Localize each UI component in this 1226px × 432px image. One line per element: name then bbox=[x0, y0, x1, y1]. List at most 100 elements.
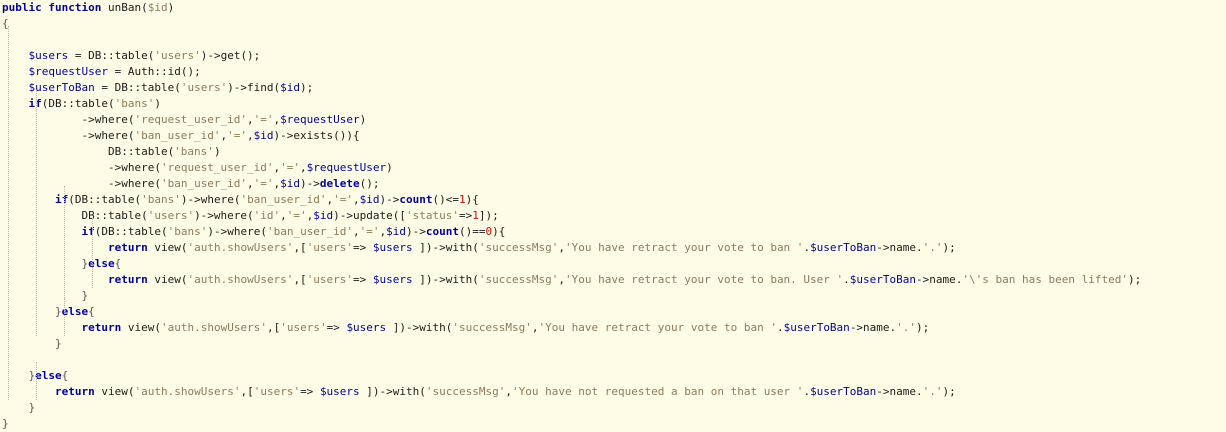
code-token-pl: , bbox=[353, 193, 360, 206]
code-token-pl: => bbox=[326, 321, 347, 334]
code-token-pl: )->find( bbox=[227, 81, 281, 94]
code-token-pl: (DB::table( bbox=[94, 225, 168, 238]
code-token-pl: ])->with( bbox=[412, 273, 479, 286]
code-token-str: 'request_user_id' bbox=[160, 161, 274, 174]
code-line: } bbox=[2, 336, 1141, 352]
code-token-str: '=' bbox=[359, 225, 380, 238]
code-token-pl: ->name. bbox=[916, 273, 963, 286]
code-token-str: '=' bbox=[227, 129, 248, 142]
code-token-pl: ){ bbox=[492, 225, 506, 238]
code-line: $userToBan = DB::table('users')->find($i… bbox=[2, 80, 1141, 96]
code-token-brace: { bbox=[61, 369, 69, 382]
code-token-pl: ])->with( bbox=[386, 321, 453, 334]
code-token-str: 'You have retract your vote to ban. User… bbox=[565, 273, 844, 286]
code-token-pl: ); bbox=[916, 321, 930, 334]
code-token-kw: return bbox=[81, 321, 122, 334]
code-token-pl: , bbox=[247, 113, 254, 126]
code-token-pl: unBan( bbox=[101, 1, 148, 14]
code-token-kw: if bbox=[81, 225, 95, 238]
code-token-str: 'successMsg' bbox=[452, 321, 532, 334]
code-line: return view('auth.showUsers',['users'=> … bbox=[2, 240, 1141, 256]
code-token-var: $users bbox=[28, 49, 69, 62]
code-line: return view('auth.showUsers',['users'=> … bbox=[2, 272, 1141, 288]
code-token-pl: )-> bbox=[406, 225, 426, 238]
code-token-pl: ->name. bbox=[876, 241, 923, 254]
code-token-pl: , bbox=[247, 129, 254, 142]
code-token-pl: )->where( bbox=[194, 209, 254, 222]
code-token-num: 1 bbox=[459, 193, 466, 206]
code-token-pl: => bbox=[300, 385, 320, 398]
code-token-str: 'ban_user_id' bbox=[160, 177, 248, 190]
code-line: $requestUser = Auth::id(); bbox=[2, 64, 1141, 80]
code-token-var: $users bbox=[319, 385, 360, 398]
code-token-pl: ,[ bbox=[293, 273, 307, 286]
code-editor[interactable]: public function unBan($id){ $users = DB:… bbox=[0, 0, 1226, 430]
code-token-str: 'status' bbox=[406, 209, 460, 222]
code-token-str: '=' bbox=[333, 193, 354, 206]
code-token-var: $users bbox=[372, 273, 413, 286]
code-token-pl: ) bbox=[167, 1, 175, 14]
code-token-pl: ,[ bbox=[266, 321, 281, 334]
code-line: } bbox=[2, 288, 1141, 304]
code-token-str: 'bans' bbox=[167, 225, 208, 238]
code-token-str: 'users' bbox=[253, 385, 301, 398]
code-token-pl: ->where( bbox=[2, 177, 161, 190]
code-token-pl: ->name. bbox=[849, 321, 897, 334]
code-token-str: '=' bbox=[286, 209, 307, 222]
code-token-pl: DB::table( bbox=[2, 145, 175, 158]
code-token-str: '=' bbox=[253, 113, 274, 126]
code-token-str: '.' bbox=[922, 385, 943, 398]
code-token-str: 'auth.showUsers' bbox=[134, 385, 241, 398]
code-token-str: '.' bbox=[896, 321, 917, 334]
code-token-str: '\'s ban has been lifted' bbox=[962, 273, 1128, 286]
code-token-kw: public function bbox=[2, 1, 102, 14]
code-token-kw: return bbox=[107, 241, 148, 254]
code-line: if(DB::table('bans')->where('ban_user_id… bbox=[2, 224, 1141, 240]
code-token-var: $id bbox=[386, 225, 407, 238]
code-token-brace: } bbox=[2, 417, 9, 430]
code-token-pl: view( bbox=[147, 241, 188, 254]
code-token-str: 'request_user_id' bbox=[134, 113, 248, 126]
code-token-var: $users bbox=[346, 321, 387, 334]
code-token-pl: , bbox=[280, 209, 287, 222]
code-token-kw: return bbox=[107, 273, 148, 286]
code-token-pl: ){ bbox=[465, 193, 479, 206]
code-token-pl: ]); bbox=[478, 209, 499, 222]
code-token-str: 'successMsg' bbox=[425, 385, 506, 398]
code-token-str: '=' bbox=[280, 161, 301, 174]
code-token-kw: else bbox=[61, 305, 89, 318]
code-token-pl: ) bbox=[359, 113, 367, 126]
code-token-str: 'You have not requested a ban on that us… bbox=[512, 385, 804, 398]
code-token-brace: } bbox=[2, 289, 89, 302]
code-token-pl: , bbox=[300, 161, 307, 174]
code-token-pl: . bbox=[843, 273, 850, 286]
code-token-pl: , bbox=[531, 321, 539, 334]
code-token-pl: )->get(); bbox=[200, 49, 261, 62]
code-token-brace: { bbox=[88, 305, 95, 318]
code-token-var: $userToBan bbox=[810, 241, 877, 254]
code-token-var: $requestUser bbox=[28, 65, 108, 78]
code-token-pl: , bbox=[353, 225, 360, 238]
code-token-str: 'bans' bbox=[141, 193, 181, 206]
code-line: DB::table('bans') bbox=[2, 144, 1141, 160]
code-token-pl: ->where( bbox=[2, 129, 135, 142]
code-token-kw: else bbox=[88, 257, 115, 270]
code-token-pl: ()== bbox=[459, 225, 486, 238]
code-token-pl: ])->with( bbox=[412, 241, 479, 254]
code-token-str: 'bans' bbox=[174, 145, 214, 158]
code-token-var: $requestUser bbox=[306, 161, 387, 174]
code-line: ->where('request_user_id','=',$requestUs… bbox=[2, 112, 1141, 128]
code-token-pl: ()<= bbox=[432, 193, 460, 206]
code-token-var: $id bbox=[280, 81, 301, 94]
code-token-str: '=' bbox=[253, 177, 274, 190]
code-token-pl: ); bbox=[942, 241, 956, 254]
code-token-brace: } bbox=[2, 337, 62, 350]
code-token-pl: (DB::table( bbox=[68, 193, 142, 206]
code-token-pl: )->exists()){ bbox=[273, 129, 360, 142]
